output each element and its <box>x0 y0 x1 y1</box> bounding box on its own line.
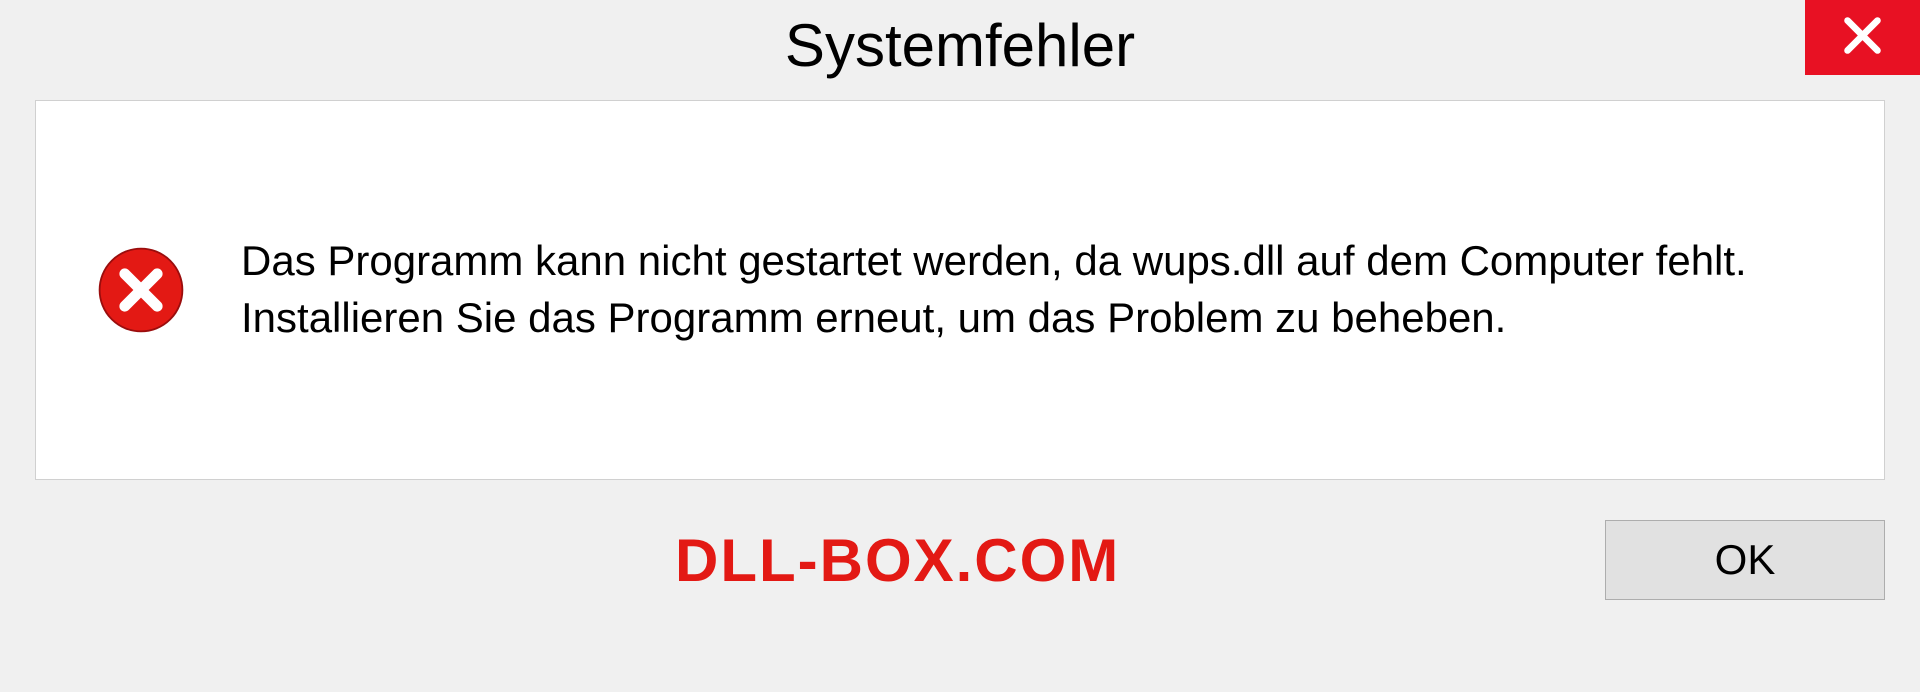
error-icon <box>96 245 186 335</box>
dialog-footer: DLL-BOX.COM OK <box>0 480 1920 600</box>
ok-button[interactable]: OK <box>1605 520 1885 600</box>
message-panel: Das Programm kann nicht gestartet werden… <box>35 100 1885 480</box>
error-dialog: Systemfehler Das Programm kann nicht ges… <box>0 0 1920 692</box>
error-message: Das Programm kann nicht gestartet werden… <box>241 233 1824 346</box>
titlebar: Systemfehler <box>0 0 1920 90</box>
watermark-text: DLL-BOX.COM <box>675 526 1120 595</box>
close-icon <box>1840 13 1885 63</box>
close-button[interactable] <box>1805 0 1920 75</box>
dialog-title: Systemfehler <box>785 11 1135 80</box>
